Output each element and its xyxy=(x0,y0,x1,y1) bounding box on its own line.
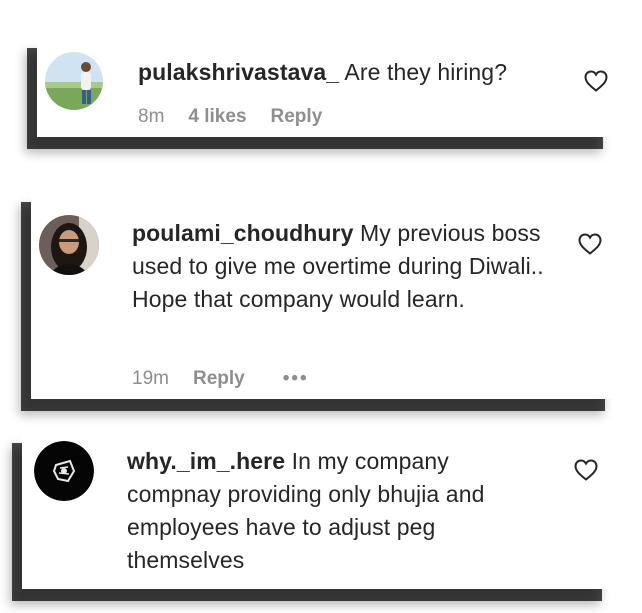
avatar[interactable] xyxy=(45,52,103,110)
comment-meta: 8m 4 likes Reply xyxy=(138,106,322,128)
comments-screenshot: pulakshrivastava_ Are they hiring? 8m 4 … xyxy=(0,0,642,613)
more-options-icon[interactable]: ••• xyxy=(283,368,309,390)
comment-text: why._im_.here In my company compnay prov… xyxy=(127,445,547,577)
heart-outline-icon[interactable] xyxy=(584,70,608,92)
comment-card: pulakshrivastava_ Are they hiring? 8m 4 … xyxy=(37,36,613,137)
comment-text: poulami_choudhury My previous boss used … xyxy=(132,217,552,316)
comment-text: pulakshrivastava_ Are they hiring? xyxy=(138,56,558,89)
username-link[interactable]: poulami_choudhury xyxy=(132,220,354,246)
avatar[interactable] xyxy=(39,215,99,275)
comment-body: Are they hiring? xyxy=(344,59,508,85)
reply-button[interactable]: Reply xyxy=(193,368,245,390)
timestamp: 19m xyxy=(132,368,169,389)
username-link[interactable]: why._im_.here xyxy=(127,448,285,474)
username-link[interactable]: pulakshrivastava_ xyxy=(138,59,339,85)
comment-card: why._im_.here In my company compnay prov… xyxy=(22,431,612,589)
likes-count[interactable]: 4 likes xyxy=(188,106,246,128)
comment-card: poulami_choudhury My previous boss used … xyxy=(31,190,615,399)
comment-meta: 19m Reply ••• xyxy=(132,368,309,390)
avatar[interactable] xyxy=(34,441,94,501)
timestamp: 8m xyxy=(138,106,165,127)
heart-outline-icon[interactable] xyxy=(574,459,598,481)
heart-outline-icon[interactable] xyxy=(578,233,602,255)
reply-button[interactable]: Reply xyxy=(271,106,323,128)
